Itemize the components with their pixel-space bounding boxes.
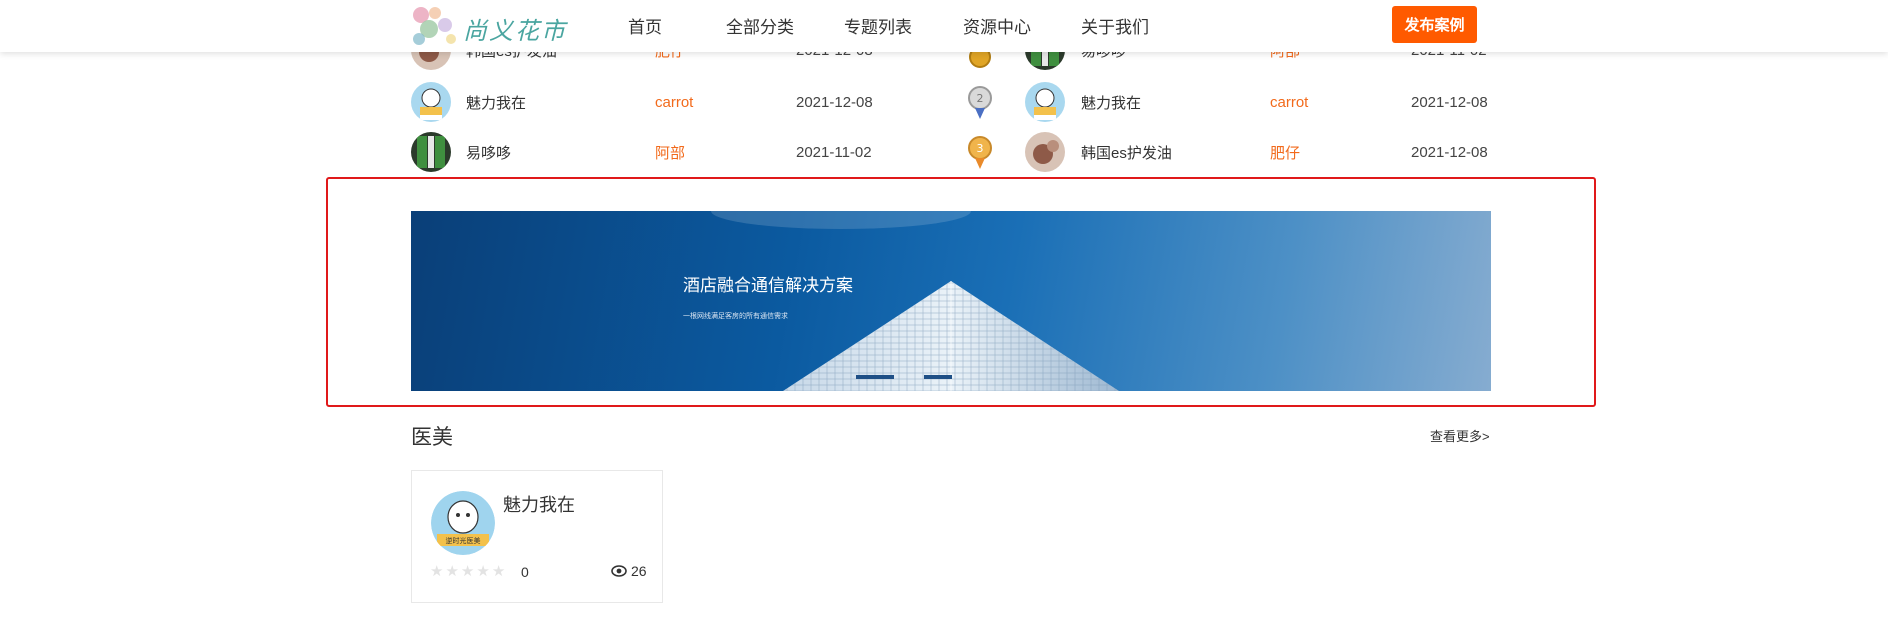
star-icon: ★: [445, 563, 459, 580]
rating-stars: ★ ★ ★ ★ ★: [430, 564, 505, 579]
rating-value: 0: [521, 564, 529, 580]
logo-text: 尚义花市: [463, 17, 567, 45]
nav-resource-center[interactable]: 资源中心: [963, 13, 1031, 38]
star-icon: ★: [460, 563, 475, 580]
ranking-item-name[interactable]: 魅力我在: [1081, 92, 1141, 113]
view-count-value: 26: [631, 563, 647, 579]
publish-case-button[interactable]: 发布案例: [1392, 6, 1477, 43]
nav-about-us[interactable]: 关于我们: [1081, 13, 1149, 38]
nav-all-categories[interactable]: 全部分类: [726, 13, 794, 38]
star-icon: ★: [491, 563, 506, 580]
top-navigation-bar: 尚义花市 首页 全部分类 专题列表 资源中心 关于我们 发布案例: [0, 0, 1888, 52]
avatar: [1025, 82, 1065, 122]
card-avatar: 逆时光医美: [431, 491, 495, 555]
case-card[interactable]: 逆时光医美 魅力我在 ★ ★ ★ ★ ★ 0 26: [411, 470, 663, 603]
nav-topic-list[interactable]: 专题列表: [844, 13, 912, 38]
star-icon: ★: [476, 563, 490, 580]
banner-title: 酒店融合通信解决方案: [683, 276, 853, 295]
section-title: 医美: [411, 426, 453, 449]
banner-subtitle: 一根网线满足客房的所有通信需求: [683, 313, 788, 320]
svg-text:逆时光医美: 逆时光医美: [446, 536, 481, 545]
card-title[interactable]: 魅力我在: [503, 491, 575, 517]
ranking-item-date: 2021-12-08: [1411, 143, 1488, 161]
skyscraper-image: [711, 211, 1119, 391]
star-icon: ★: [430, 563, 444, 580]
site-logo[interactable]: 尚义花市: [411, 5, 565, 47]
eye-icon: [611, 565, 627, 577]
ranking-row[interactable]: 魅力我在 carrot 2021-12-08: [0, 79, 1500, 125]
view-count: 26: [611, 563, 647, 579]
ranking-row[interactable]: 韩国es护发油 肥仔 2021-12-08: [0, 129, 1500, 175]
ranking-item-name[interactable]: 韩国es护发油: [1081, 142, 1172, 163]
ranking-item-author[interactable]: 肥仔: [1270, 142, 1300, 163]
avatar: [1025, 132, 1065, 172]
nav-home[interactable]: 首页: [628, 13, 662, 38]
ranking-item-date: 2021-12-08: [1411, 93, 1488, 111]
see-more-link[interactable]: 查看更多>: [1430, 426, 1490, 445]
ranking-item-author[interactable]: carrot: [1270, 94, 1308, 111]
banner[interactable]: 酒店融合通信解决方案 一根网线满足客房的所有通信需求: [411, 211, 1491, 391]
